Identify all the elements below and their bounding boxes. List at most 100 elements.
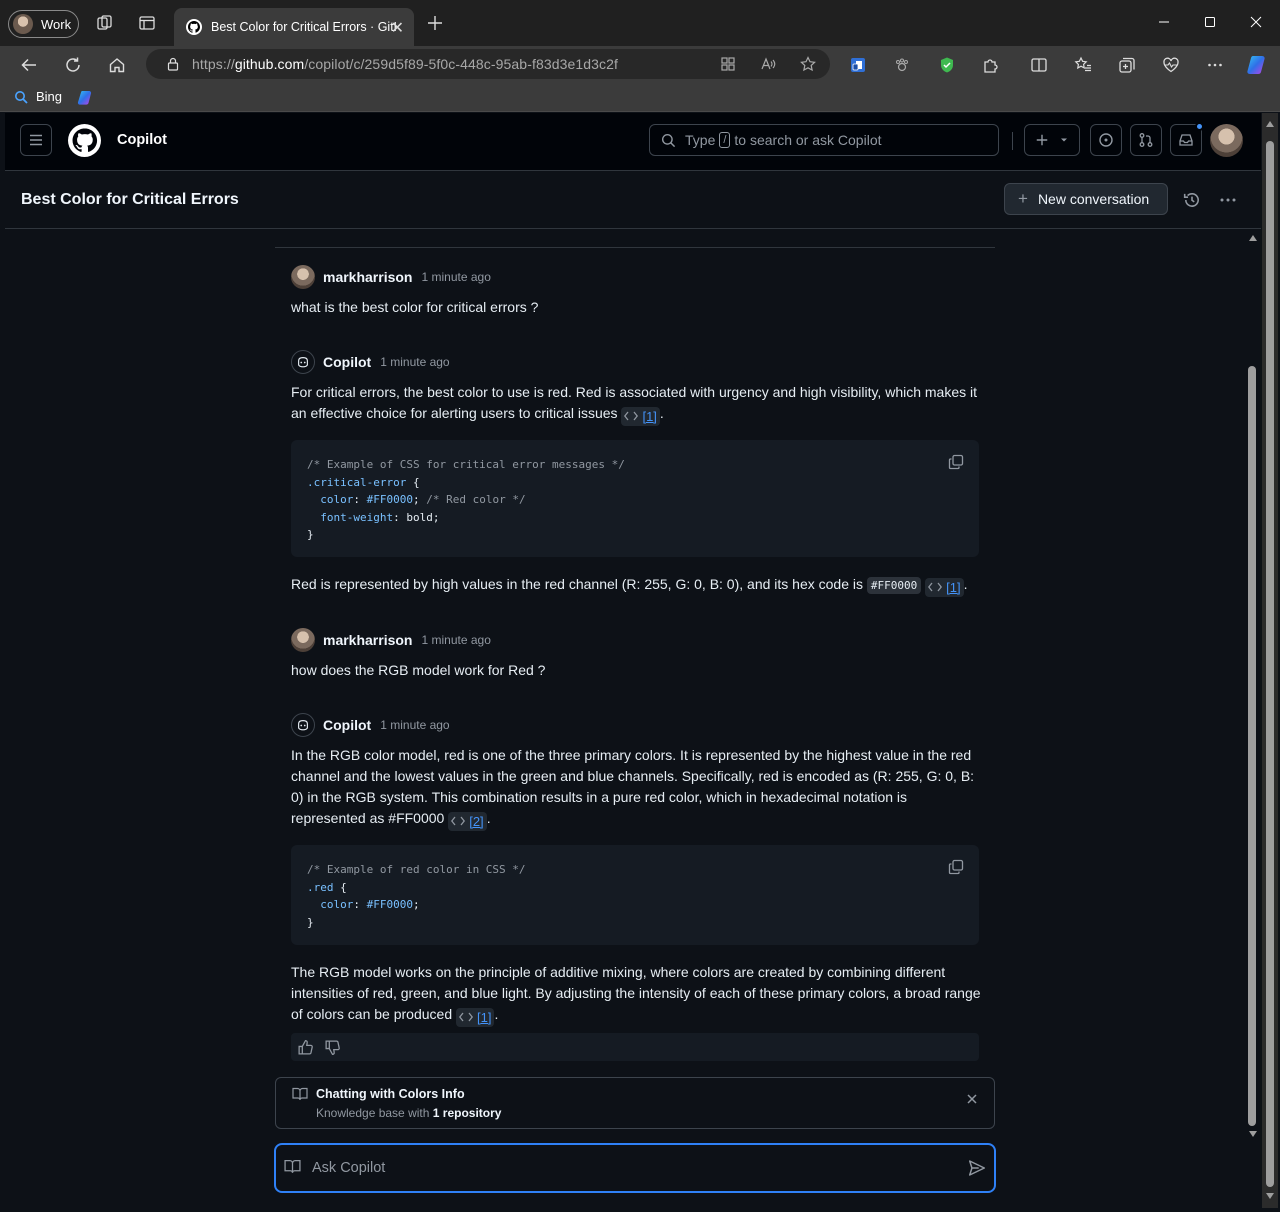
new-conversation-button[interactable]: + New conversation <box>1004 183 1168 215</box>
repository-count[interactable]: 1 repository <box>433 1106 502 1120</box>
thumbs-up-icon[interactable] <box>297 1039 314 1056</box>
search-icon <box>661 133 676 148</box>
copilot-message-text: Red is represented by high values in the… <box>291 576 968 597</box>
message-header: markharrison 1 minute ago <box>291 265 491 289</box>
active-tab[interactable]: Best Color for Critical Errors · GitHub … <box>174 8 414 46</box>
address-bar[interactable]: https://github.com/copilot/c/259d5f89-5f… <box>146 49 830 79</box>
message-author: Copilot <box>323 717 372 733</box>
close-window-icon[interactable] <box>1246 12 1266 32</box>
user-message-text: what is the best color for critical erro… <box>291 299 539 315</box>
code-block: /* Example of CSS for critical error mes… <box>291 440 979 557</box>
code-icon <box>459 1012 473 1022</box>
thread-divider <box>275 247 995 248</box>
shield-green-extension-icon[interactable] <box>937 55 957 75</box>
page-scrollbar-thumb[interactable] <box>1266 141 1274 1187</box>
book-icon <box>292 1087 308 1101</box>
search-input[interactable]: Type / to search or ask Copilot <box>649 124 999 156</box>
settings-more-icon[interactable] <box>1205 55 1225 75</box>
new-tab-icon[interactable] <box>426 14 444 32</box>
back-icon[interactable] <box>17 53 41 77</box>
copilot-avatar-icon <box>291 713 315 737</box>
app-available-icon[interactable] <box>720 56 736 72</box>
plus-icon: + <box>1018 189 1028 208</box>
copy-icon[interactable] <box>948 454 964 470</box>
book-icon[interactable] <box>284 1159 301 1174</box>
search-hint-prefix: Type <box>685 132 716 148</box>
new-conversation-label: New conversation <box>1037 191 1150 207</box>
knowledge-base-banner: Chatting with Colors Info Knowledge base… <box>275 1077 995 1129</box>
github-logo-icon[interactable] <box>68 124 101 157</box>
chat-scrollbar-thumb[interactable] <box>1248 366 1256 1126</box>
conversation-header: Best Color for Critical Errors + New con… <box>5 171 1261 229</box>
reference-chip[interactable]: [1] <box>456 1007 495 1027</box>
refresh-icon[interactable] <box>61 53 85 77</box>
split-screen-icon[interactable] <box>1029 55 1049 75</box>
collections-icon[interactable] <box>1117 55 1137 75</box>
favorites-icon[interactable] <box>1073 55 1093 75</box>
user-message-avatar[interactable] <box>291 628 315 652</box>
copilot-avatar-icon <box>291 350 315 374</box>
chat-scrollbar[interactable] <box>1245 229 1259 1144</box>
header-divider <box>1012 132 1013 150</box>
active-tab-title: Best Color for Critical Errors · GitHub <box>211 20 396 34</box>
pull-requests-icon[interactable] <box>1130 124 1162 156</box>
page-scrollbar[interactable] <box>1262 113 1278 1208</box>
favorite-star-icon[interactable] <box>800 56 816 72</box>
lock-icon <box>166 57 180 71</box>
extension-paw-icon[interactable] <box>892 55 912 75</box>
scroll-up-arrow[interactable] <box>1249 235 1257 241</box>
reference-chip[interactable]: [1] <box>925 577 964 597</box>
more-options-icon[interactable] <box>1219 191 1237 209</box>
copilot-message-text: The RGB model works on the principle of … <box>291 964 981 1027</box>
scroll-down-arrow[interactable] <box>1249 1131 1257 1137</box>
github-favicon-icon <box>186 19 202 35</box>
minimize-icon[interactable] <box>1154 12 1174 32</box>
copilot-favorite-icon[interactable] <box>76 89 94 107</box>
page-scroll-up-arrow[interactable] <box>1266 121 1274 127</box>
profile-button[interactable]: Work <box>8 10 79 38</box>
page-scroll-down-arrow[interactable] <box>1266 1193 1274 1199</box>
message-time: 1 minute ago <box>421 633 491 647</box>
message-author[interactable]: markharrison <box>323 632 412 648</box>
message-header: Copilot 1 minute ago <box>291 350 450 374</box>
history-icon[interactable] <box>1183 191 1201 209</box>
user-message-text: how does the RGB model work for Red ? <box>291 662 546 678</box>
close-icon[interactable] <box>966 1093 978 1105</box>
reference-chip[interactable]: [1] <box>621 406 660 426</box>
thumbs-down-icon[interactable] <box>324 1039 341 1056</box>
copilot-sidebar-icon[interactable] <box>1245 55 1269 75</box>
message-author[interactable]: markharrison <box>323 269 412 285</box>
message-time: 1 minute ago <box>380 355 450 369</box>
user-avatar[interactable] <box>1210 124 1243 157</box>
knowledge-base-title: Chatting with Colors Info <box>316 1087 465 1101</box>
profile-avatar <box>13 14 33 34</box>
ask-copilot-input[interactable] <box>312 1157 932 1179</box>
message-header: markharrison 1 minute ago <box>291 628 491 652</box>
create-new-button[interactable] <box>1024 124 1080 156</box>
profile-label: Work <box>41 16 72 32</box>
favorites-bar: Bing <box>0 84 1280 112</box>
copilot-message-text: In the RGB color model, red is one of th… <box>291 747 975 831</box>
shield-blue-extension-icon[interactable] <box>848 55 868 75</box>
workspaces-icon[interactable] <box>96 14 114 32</box>
browser-essentials-icon[interactable] <box>1161 55 1181 75</box>
copilot-message-text: For critical errors, the best color to u… <box>291 384 978 426</box>
notification-dot <box>1195 122 1204 131</box>
favorite-bing[interactable]: Bing <box>14 89 62 104</box>
home-icon[interactable] <box>105 53 129 77</box>
user-message-avatar[interactable] <box>291 265 315 289</box>
send-icon[interactable] <box>968 1159 986 1177</box>
copy-icon[interactable] <box>948 859 964 875</box>
close-tab-icon[interactable]: ✕ <box>391 18 404 38</box>
issues-icon[interactable] <box>1090 124 1122 156</box>
app-name[interactable]: Copilot <box>117 132 167 148</box>
feedback-bar <box>291 1033 979 1061</box>
extensions-puzzle-icon[interactable] <box>981 55 1001 75</box>
read-aloud-icon[interactable] <box>760 56 776 72</box>
conversation-title: Best Color for Critical Errors <box>21 191 239 208</box>
tab-actions-icon[interactable] <box>138 14 156 32</box>
code-block: /* Example of red color in CSS */ .red {… <box>291 845 979 945</box>
menu-hamburger-icon[interactable] <box>20 124 52 156</box>
maximize-icon[interactable] <box>1200 12 1220 32</box>
reference-chip[interactable]: [2] <box>448 811 487 831</box>
